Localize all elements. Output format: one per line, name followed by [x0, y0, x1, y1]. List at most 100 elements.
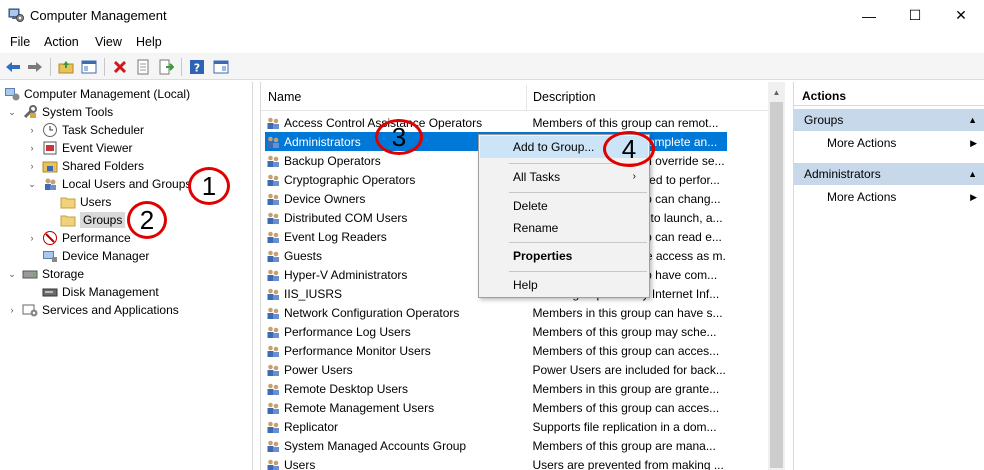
menu-help[interactable]: Help [136, 35, 162, 49]
group-icon [265, 134, 281, 150]
tree-item-local-users-and-groups[interactable]: ⌄ Local Users and Groups [26, 175, 191, 193]
group-icon [265, 419, 281, 435]
tree-item-task-scheduler[interactable]: › Task Scheduler [26, 121, 144, 139]
actions-more-actions-groups[interactable]: More Actions ▶ [794, 133, 984, 153]
tree-item-shared-folders[interactable]: › Shared Folders [26, 157, 145, 175]
show-hide-tree-icon[interactable] [80, 58, 98, 76]
expand-arrow-icon[interactable]: › [6, 305, 18, 315]
actions-section-administrators[interactable]: Administrators ▲ [794, 163, 984, 185]
group-description: Members in this group can have s... [532, 305, 723, 320]
maximize-button[interactable]: ☐ [892, 0, 938, 31]
column-header-name[interactable]: Name [268, 90, 301, 104]
expand-arrow-icon[interactable]: › [26, 161, 38, 171]
menu-action[interactable]: Action [44, 35, 79, 49]
menu-view[interactable]: View [95, 35, 122, 49]
table-row[interactable]: Remote Management Users Members of this g… [265, 398, 727, 417]
group-name: Replicator [284, 419, 339, 434]
disk-icon [42, 284, 58, 300]
back-icon[interactable] [4, 58, 22, 76]
delete-icon[interactable] [111, 58, 129, 76]
group-description: Members of this group may sche... [532, 324, 717, 339]
services-icon [22, 302, 38, 318]
actions-section-groups[interactable]: Groups ▲ [794, 109, 984, 131]
tree-item-storage[interactable]: ⌄ Storage [6, 265, 84, 283]
collapse-arrow-icon[interactable]: ⌄ [6, 269, 18, 280]
menu-file[interactable]: File [10, 35, 30, 49]
tree-item-disk-management[interactable]: Disk Management [38, 283, 159, 301]
context-all-tasks[interactable]: All Tasks › [480, 166, 648, 188]
scroll-up-icon[interactable]: ▲ [768, 84, 785, 101]
group-name: Performance Monitor Users [284, 343, 431, 358]
group-description: Members in this group are grante... [532, 381, 720, 396]
group-icon [265, 191, 281, 207]
group-description: Members of this group can acces... [532, 400, 720, 415]
table-row[interactable]: Users Users are prevented from making ... [265, 455, 727, 470]
group-icon [265, 362, 281, 378]
clock-icon [42, 122, 58, 138]
group-icon [265, 286, 281, 302]
tree-item-system-tools[interactable]: ⌄ System Tools [6, 103, 113, 121]
up-folder-icon[interactable] [57, 58, 75, 76]
storage-icon [22, 266, 38, 282]
table-row[interactable]: Performance Monitor Users Members of this… [265, 341, 727, 360]
group-icon [265, 115, 281, 131]
list-scrollbar[interactable]: ▲ [768, 82, 785, 470]
submenu-arrow-icon: › [632, 171, 636, 182]
callout-1: 1 [188, 167, 230, 205]
scroll-thumb[interactable] [770, 102, 783, 468]
export-list-icon[interactable] [157, 58, 175, 76]
minimize-button[interactable]: — [846, 0, 892, 31]
show-hide-action-pane-icon[interactable] [212, 58, 230, 76]
tree-item-device-manager[interactable]: Device Manager [38, 247, 149, 265]
toolbar: ? [0, 53, 984, 80]
properties-icon[interactable] [134, 58, 152, 76]
tree-item-computer-management[interactable]: Computer Management (Local) [4, 85, 190, 103]
group-name: System Managed Accounts Group [284, 438, 467, 453]
context-help[interactable]: Help [480, 274, 648, 296]
list-header: Name Description [261, 85, 779, 111]
actions-more-actions-administrators[interactable]: More Actions ▶ [794, 187, 984, 207]
group-icon [265, 438, 281, 454]
collapse-up-icon[interactable]: ▲ [968, 109, 977, 131]
group-icon [265, 381, 281, 397]
group-description: Members of this group are mana... [532, 438, 716, 453]
table-row[interactable]: Network Configuration Operators Members i… [265, 303, 727, 322]
callout-3: 3 [375, 119, 423, 155]
expand-arrow-icon[interactable]: › [26, 125, 38, 135]
table-row[interactable]: Power Users Power Users are included for … [265, 360, 727, 379]
collapse-up-icon[interactable]: ▲ [968, 163, 977, 185]
tree-item-event-viewer[interactable]: › Event Viewer [26, 139, 133, 157]
group-icon [265, 343, 281, 359]
column-header-description[interactable]: Description [533, 90, 596, 104]
collapse-arrow-icon[interactable]: ⌄ [6, 107, 18, 118]
tree-item-groups[interactable]: Groups [56, 211, 126, 229]
help-icon[interactable]: ? [188, 58, 206, 76]
tree-item-users[interactable]: Users [56, 193, 111, 211]
table-row[interactable]: Replicator Supports file replication in a… [265, 417, 727, 436]
chevron-right-icon: ▶ [970, 192, 977, 202]
group-icon [265, 229, 281, 245]
forward-icon[interactable] [26, 58, 44, 76]
group-icon [265, 248, 281, 264]
context-delete[interactable]: Delete [480, 195, 648, 217]
collapse-arrow-icon[interactable]: ⌄ [26, 179, 38, 190]
console-tree: Computer Management (Local) ⌄ System Too… [0, 82, 253, 470]
folder-icon [60, 212, 76, 228]
group-icon [265, 267, 281, 283]
table-row[interactable]: Remote Desktop Users Members in this grou… [265, 379, 727, 398]
tree-item-performance[interactable]: › Performance [26, 229, 131, 247]
callout-2: 2 [127, 201, 167, 239]
table-row[interactable]: Performance Log Users Members of this gro… [265, 322, 727, 341]
table-row[interactable]: Access Control Assistance Operators Membe… [265, 113, 727, 132]
chevron-right-icon: ▶ [970, 138, 977, 148]
context-rename[interactable]: Rename [480, 217, 648, 239]
tree-item-services-and-applications[interactable]: › Services and Applications [6, 301, 179, 319]
expand-arrow-icon[interactable]: › [26, 143, 38, 153]
table-row[interactable]: System Managed Accounts Group Members of … [265, 436, 727, 455]
expand-arrow-icon[interactable]: › [26, 233, 38, 243]
group-description: Members of this group can remot... [532, 115, 719, 130]
close-button[interactable]: ✕ [938, 0, 984, 31]
group-icon [265, 305, 281, 321]
context-properties[interactable]: Properties [480, 245, 648, 267]
actions-pane: Actions Groups ▲ More Actions ▶ Administ… [793, 82, 984, 470]
